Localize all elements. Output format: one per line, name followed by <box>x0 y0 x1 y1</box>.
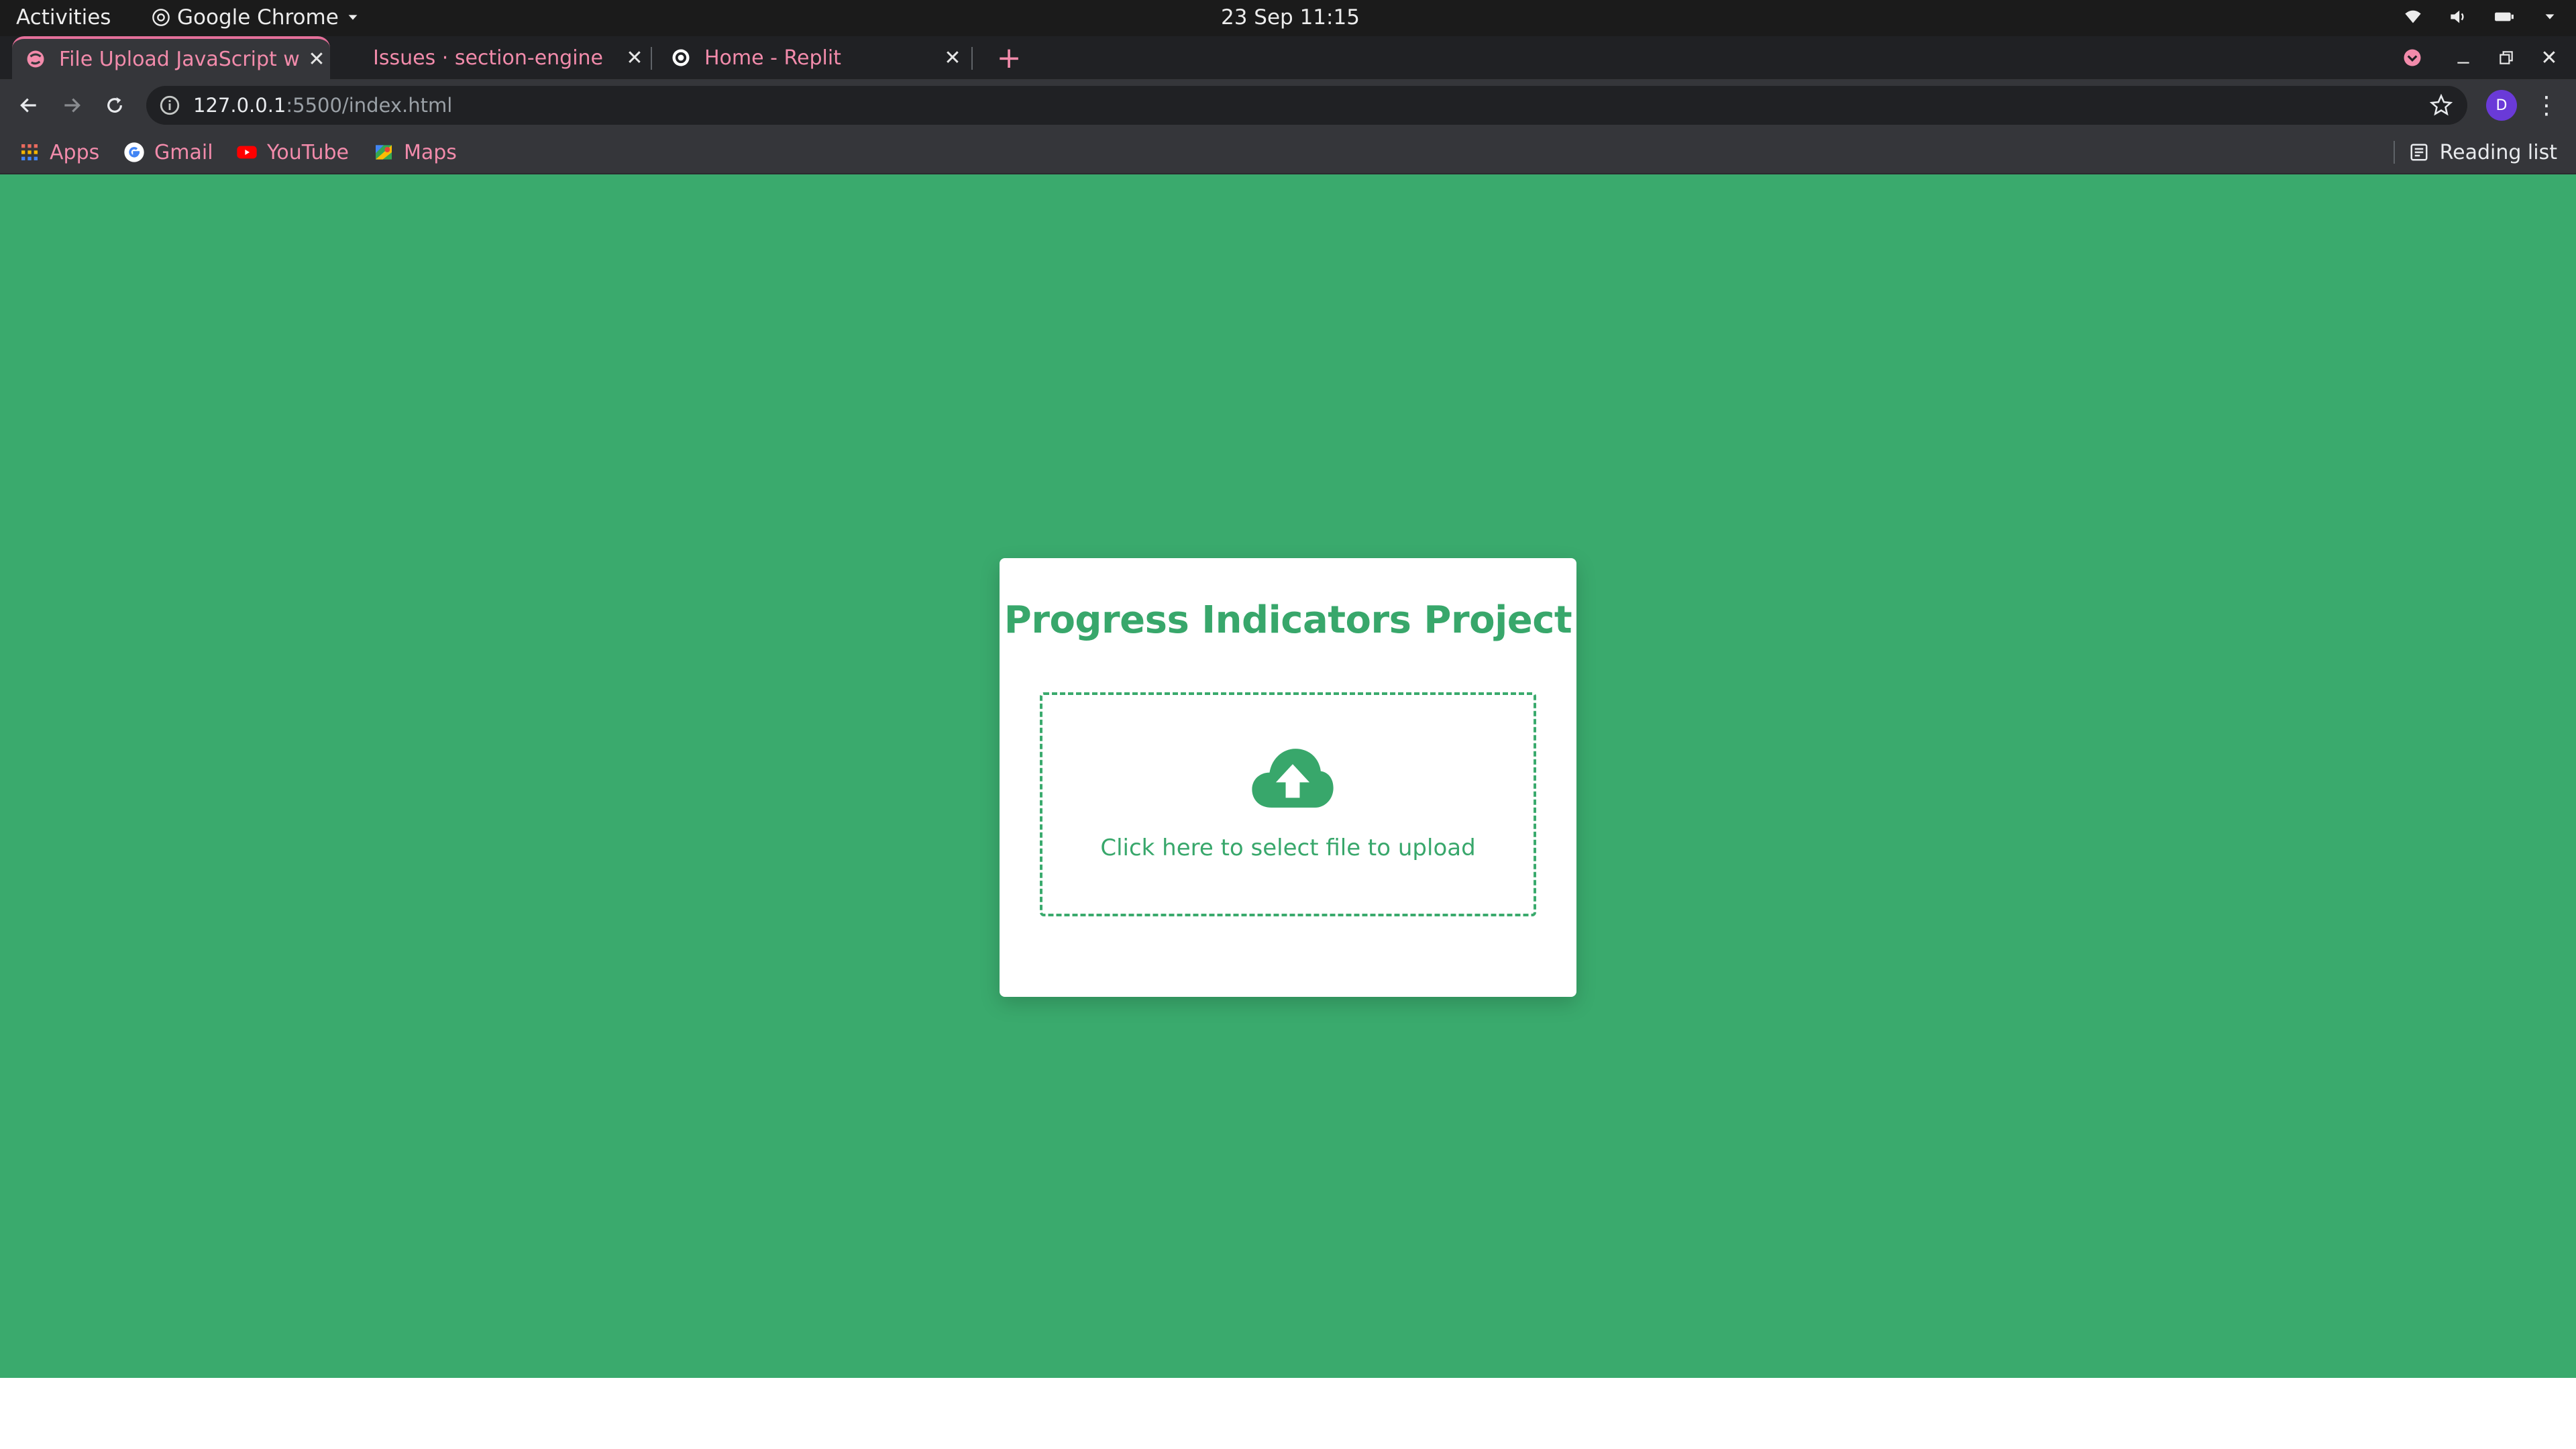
wifi-icon <box>2403 7 2423 27</box>
tab-label: File Upload JavaScript w <box>59 47 300 71</box>
globe-favicon-icon <box>27 50 44 68</box>
app-name: Google Chrome <box>177 5 339 30</box>
bookmarks-divider <box>2394 141 2395 164</box>
upload-hint-text: Click here to select file to upload <box>1100 835 1476 861</box>
battery-icon <box>2494 7 2514 27</box>
bookmark-label: Apps <box>50 140 100 164</box>
system-tray[interactable] <box>2403 7 2560 27</box>
app-menu[interactable]: Google Chrome <box>152 5 360 30</box>
address-bar[interactable]: 127.0.0.1:5500/index.html <box>146 86 2467 125</box>
chevron-down-icon <box>348 15 358 20</box>
url-host: 127.0.0.1 <box>193 94 286 117</box>
info-icon[interactable] <box>158 94 181 117</box>
reading-list-button[interactable]: Reading list <box>2409 131 2557 173</box>
page-content: Progress Indicators Project Click here t… <box>0 174 2576 1378</box>
close-window-icon[interactable]: ✕ <box>2529 36 2569 79</box>
more-menu-icon[interactable]: ⋮ <box>2533 89 2560 122</box>
bookmark-youtube[interactable]: YouTube <box>236 131 349 173</box>
file-upload-dropzone[interactable]: Click here to select file to upload <box>1040 692 1536 916</box>
bookmark-gmail[interactable]: Gmail <box>123 131 213 173</box>
close-tab-icon[interactable]: ✕ <box>939 46 966 70</box>
bookmark-label: Gmail <box>154 140 213 164</box>
youtube-icon <box>237 146 257 159</box>
upload-card: Progress Indicators Project Click here t… <box>1000 558 1576 997</box>
activities-button[interactable]: Activities <box>16 5 111 30</box>
close-tab-icon[interactable]: ✕ <box>303 48 330 71</box>
volume-icon <box>2449 7 2469 27</box>
bookmark-label: YouTube <box>267 140 349 164</box>
restore-icon[interactable] <box>2486 36 2526 79</box>
tab-replit[interactable]: Home - Replit ✕ <box>657 36 966 79</box>
profile-avatar[interactable]: D <box>2486 90 2517 121</box>
maps-icon <box>376 145 392 160</box>
chevron-down-icon <box>2540 7 2560 27</box>
browser-toolbar: 127.0.0.1:5500/index.html D ⋮ <box>0 79 2576 131</box>
minimize-icon[interactable] <box>2443 36 2483 79</box>
tab-divider <box>651 47 652 70</box>
bookmark-apps[interactable]: Apps <box>19 131 99 173</box>
url-text[interactable]: 127.0.0.1:5500/index.html <box>193 94 452 117</box>
reading-list-icon <box>2410 144 2428 161</box>
bookmarks-bar: Apps Gmail YouTube Maps Reading list <box>0 131 2576 174</box>
chrome-icon <box>152 9 170 26</box>
tab-label: Issues · section-engine <box>373 46 604 70</box>
bookmark-star-icon[interactable] <box>2430 94 2453 117</box>
reading-list-label: Reading list <box>2439 140 2557 164</box>
new-tab-button[interactable]: + <box>990 36 1028 79</box>
tab-strip: File Upload JavaScript w ✕ Issues · sect… <box>0 36 2576 79</box>
tab-issues[interactable]: Issues · section-engine ✕ <box>360 36 648 79</box>
google-icon <box>124 142 144 162</box>
clock[interactable]: 23 Sep 11:15 <box>1221 5 1360 30</box>
bookmark-maps[interactable]: Maps <box>373 131 457 173</box>
replit-favicon-icon <box>672 49 690 66</box>
apps-grid-icon <box>21 144 38 160</box>
tab-search-icon[interactable] <box>2392 36 2432 79</box>
page-title: Progress Indicators Project <box>1004 598 1572 642</box>
url-path: :5500/index.html <box>286 94 453 117</box>
cloud-upload-icon <box>1252 749 1334 808</box>
bookmark-label: Maps <box>404 140 457 164</box>
tab-divider <box>971 47 973 70</box>
reload-icon[interactable] <box>98 89 131 122</box>
tab-file-upload[interactable]: File Upload JavaScript w ✕ <box>12 36 330 79</box>
back-arrow-icon[interactable] <box>12 89 46 122</box>
close-tab-icon[interactable]: ✕ <box>621 46 648 70</box>
system-top-bar: Activities Google Chrome 23 Sep 11:15 <box>0 0 2576 36</box>
forward-arrow-icon[interactable] <box>55 89 89 122</box>
tab-label: Home - Replit <box>704 46 841 70</box>
